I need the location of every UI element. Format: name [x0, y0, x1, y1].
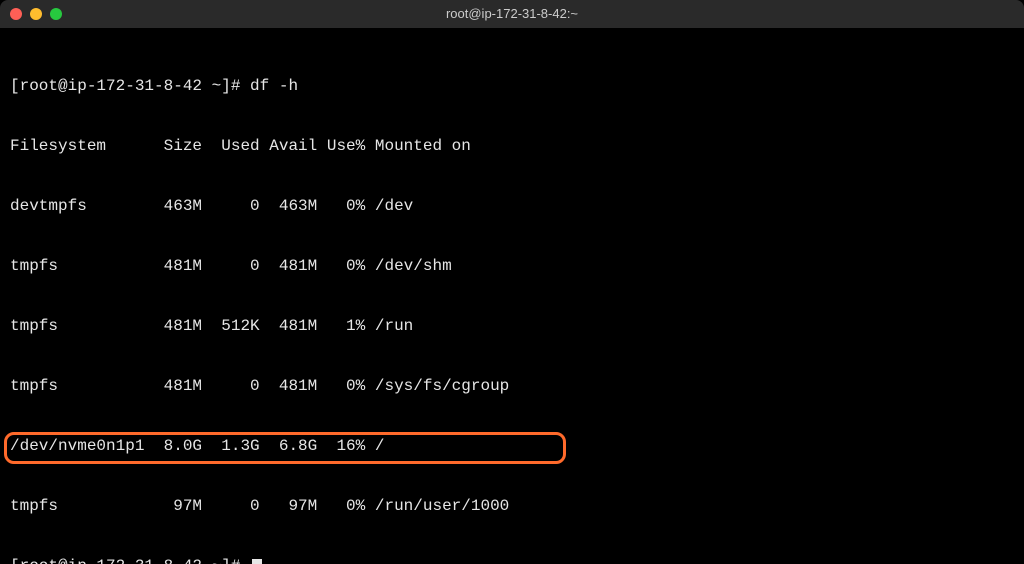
window-close-icon[interactable]: [10, 8, 22, 20]
df-row-highlighted: /dev/nvme0n1p1 8.0G 1.3G 6.8G 16% /: [10, 436, 1014, 456]
df-row: tmpfs 481M 512K 481M 1% /run: [10, 316, 1014, 336]
prompt-idle: [root@ip-172-31-8-42 ~]#: [10, 556, 1014, 564]
df-row: tmpfs 481M 0 481M 0% /sys/fs/cgroup: [10, 376, 1014, 396]
window-titlebar: root@ip-172-31-8-42:~: [0, 0, 1024, 28]
cursor: [252, 559, 262, 564]
window-title: root@ip-172-31-8-42:~: [0, 4, 1024, 24]
window-minimize-icon[interactable]: [30, 8, 42, 20]
df-row: devtmpfs 463M 0 463M 0% /dev: [10, 196, 1014, 216]
df-row: tmpfs 97M 0 97M 0% /run/user/1000: [10, 496, 1014, 516]
terminal-body[interactable]: [root@ip-172-31-8-42 ~]# df -h Filesyste…: [0, 28, 1024, 564]
prompt-command: [root@ip-172-31-8-42 ~]# df -h: [10, 76, 1014, 96]
window-maximize-icon[interactable]: [50, 8, 62, 20]
df-row: tmpfs 481M 0 481M 0% /dev/shm: [10, 256, 1014, 276]
df-header: Filesystem Size Used Avail Use% Mounted …: [10, 136, 1014, 156]
